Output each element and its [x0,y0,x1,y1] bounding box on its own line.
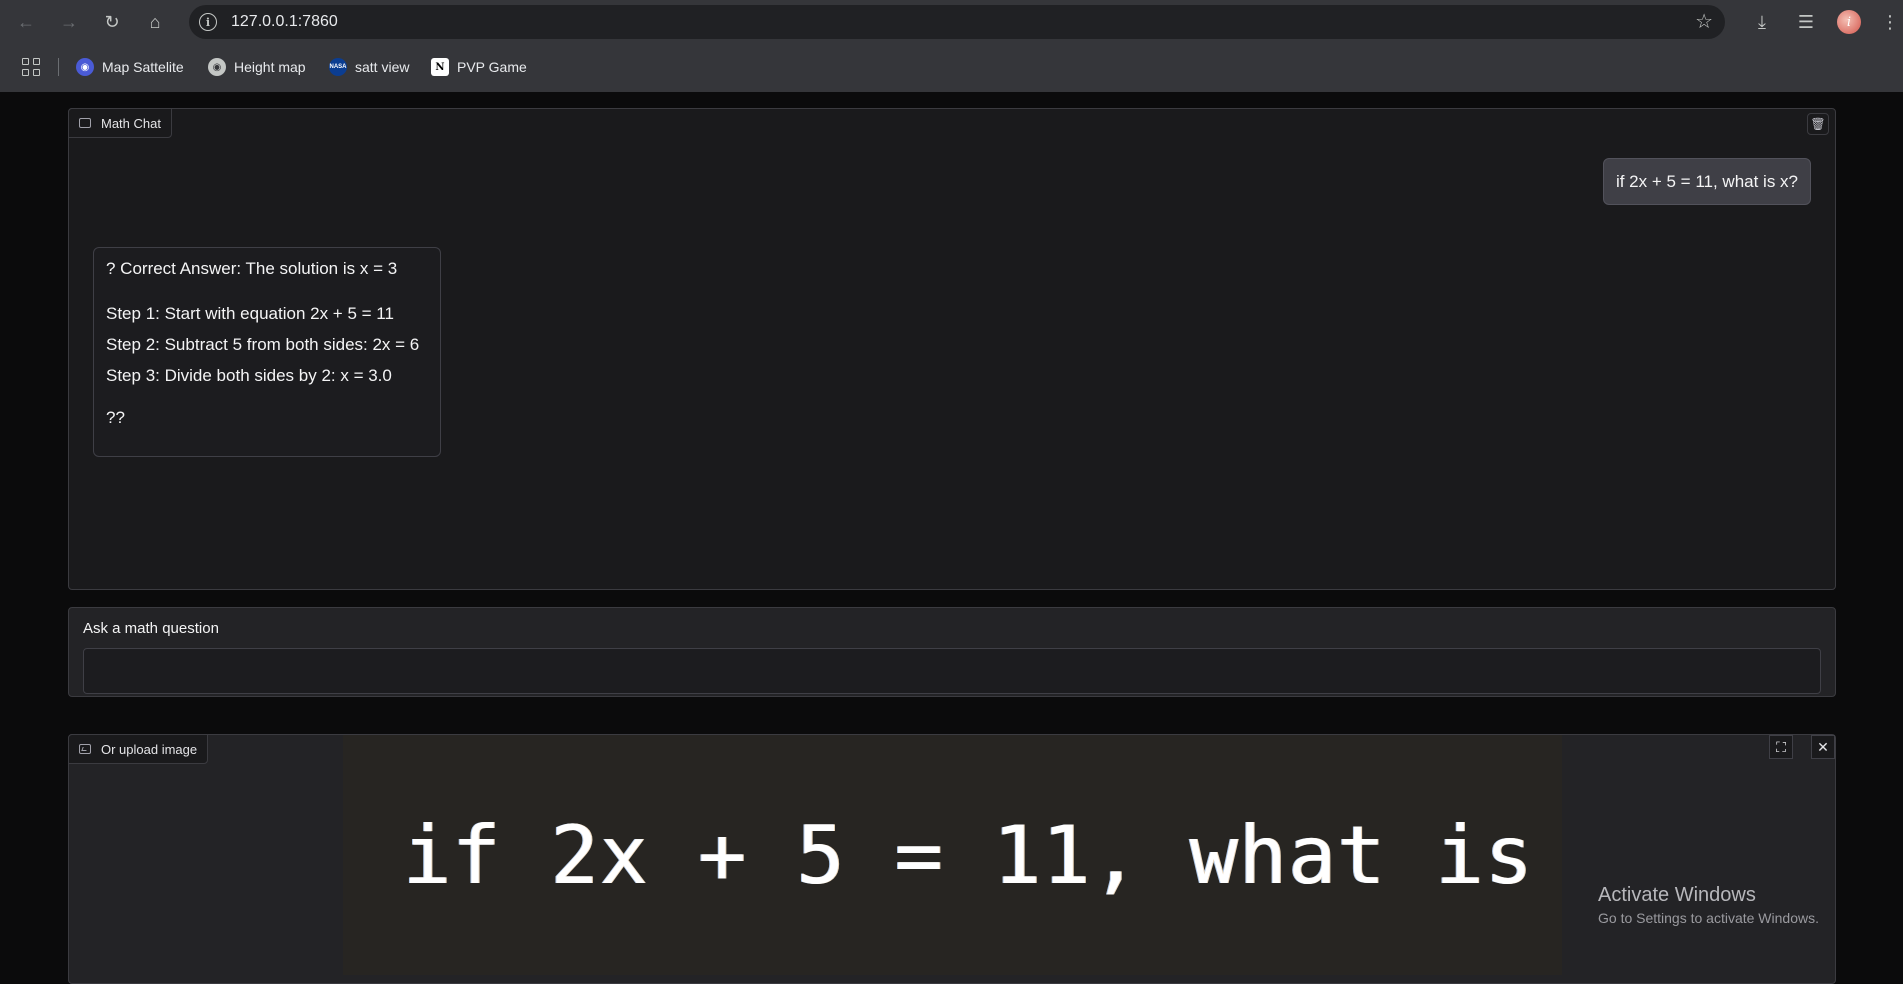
chat-icon [79,118,91,128]
bot-message: ? Correct Answer: The solution is x = 3 … [93,247,441,457]
bookmark-star-icon[interactable]: ☆ [1695,9,1713,34]
forward-button[interactable]: → [55,8,83,36]
browser-chrome: ← → ↻ ⌂ i 127.0.0.1:7860 ☆ ⤓ ☰ i ⋮ ◉ Map… [0,0,1903,92]
profile-avatar[interactable]: i [1837,10,1861,34]
bookmark-height-map[interactable]: ◉ Height map [208,56,306,78]
watermark-title: Activate Windows [1598,884,1756,906]
bookmark-map-sattelite[interactable]: ◉ Map Sattelite [76,56,184,78]
upload-image-panel[interactable]: if 2x + 5 = 11, what is x? Or upload ima… [68,734,1836,984]
app-page: Math Chat 🗑 if 2x + 5 = 11, what is x? ?… [0,92,1903,984]
question-panel: Ask a math question [68,607,1836,697]
bot-step: Step 1: Start with equation 2x + 5 = 11 [106,304,394,323]
site-info-icon[interactable]: i [199,13,217,31]
globe-icon: ◉ [76,58,94,76]
clear-chat-trash-icon[interactable]: 🗑 [1807,113,1829,135]
media-controls-icon[interactable]: ☰ [1792,8,1820,36]
image-icon [79,744,91,754]
address-url: 127.0.0.1:7860 [231,13,338,30]
bot-step: Step 3: Divide both sides by 2: x = 3.0 [106,366,392,385]
browser-toolbar: ← → ↻ ⌂ i 127.0.0.1:7860 ☆ ⤓ ☰ i ⋮ [0,0,1903,44]
bookmark-label: PVP Game [457,59,527,75]
upload-label: Or upload image [68,734,209,764]
address-bar[interactable]: i 127.0.0.1:7860 ☆ [189,5,1725,39]
bookmark-label: satt view [355,59,410,75]
uploaded-image-text: if 2x + 5 = 11, what is x? [403,809,1562,902]
home-button[interactable]: ⌂ [141,8,169,36]
nasa-icon: NASA [329,58,347,76]
bot-answer-heading: ? Correct Answer: The solution is x = 3 [106,259,398,278]
reload-button[interactable]: ↻ [98,8,126,36]
chat-label-text: Math Chat [101,115,161,131]
menu-dots-icon[interactable]: ⋮ [1880,8,1900,36]
fullscreen-icon[interactable]: ⛶ [1769,735,1793,759]
apps-grid-icon[interactable] [22,58,40,76]
bot-footer: ?? [106,408,125,427]
question-input[interactable] [83,648,1821,694]
bookmark-pvp-game[interactable]: N PVP Game [431,56,527,78]
user-message: if 2x + 5 = 11, what is x? [1602,158,1811,205]
bookmarks-bar: ◉ Map Sattelite ◉ Height map NASA satt v… [0,50,1903,84]
back-button[interactable]: ← [12,8,40,36]
uploaded-image: if 2x + 5 = 11, what is x? [343,735,1562,975]
close-icon[interactable]: ✕ [1811,735,1835,759]
windows-activation-watermark: Activate Windows Go to Settings to activ… [1598,884,1819,926]
globe-icon: ◉ [208,58,226,76]
bookmark-label: Height map [234,59,306,75]
bookmarks-divider [58,58,59,76]
bookmark-satt-view[interactable]: NASA satt view [329,56,409,78]
bookmark-label: Map Sattelite [102,59,184,75]
notion-icon: N [431,58,449,76]
math-chat-panel: Math Chat 🗑 if 2x + 5 = 11, what is x? ?… [68,108,1836,590]
bot-step: Step 2: Subtract 5 from both sides: 2x =… [106,335,420,354]
chat-label: Math Chat [68,108,172,138]
downloads-icon[interactable]: ⤓ [1748,8,1776,36]
watermark-subtitle: Go to Settings to activate Windows. [1598,910,1819,926]
upload-label-text: Or upload image [101,741,198,757]
question-label: Ask a math question [83,620,219,637]
